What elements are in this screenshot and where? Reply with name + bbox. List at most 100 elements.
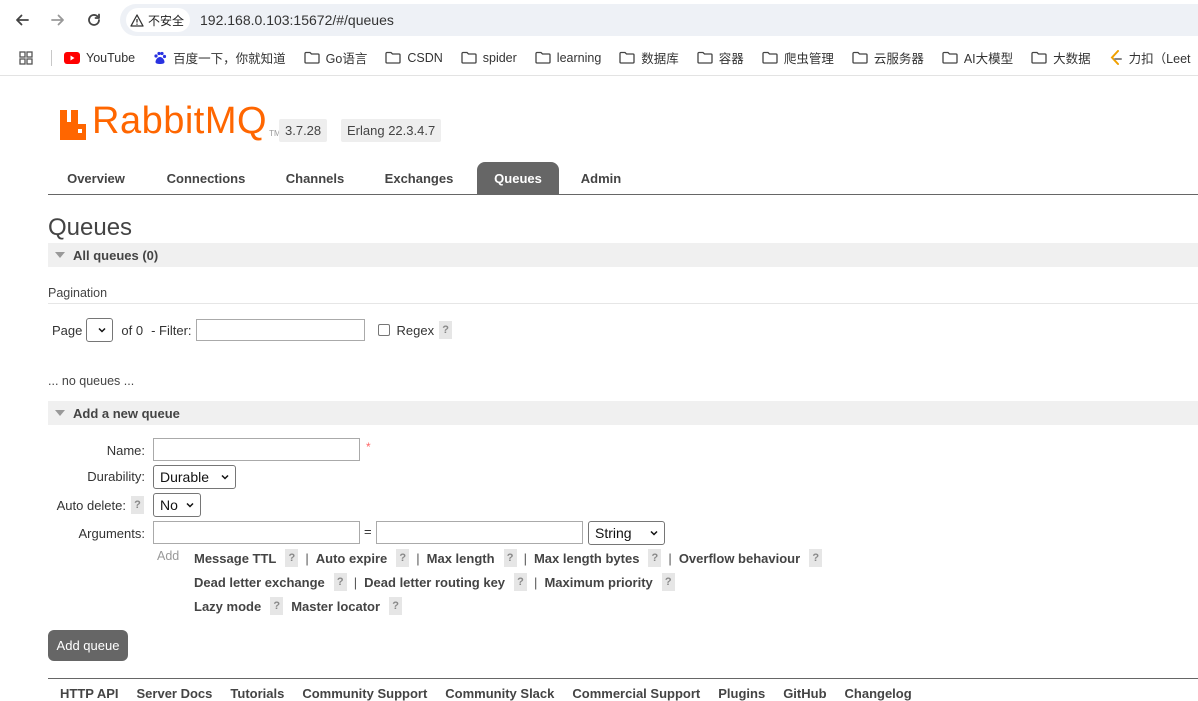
filter-label: - Filter: (151, 322, 192, 338)
bookmark-item[interactable]: 云服务器 (852, 48, 924, 67)
pagination-controls: Page of 0 - Filter: Regex ? (52, 318, 453, 342)
footer-link[interactable]: Community Support (302, 686, 427, 701)
warning-icon (130, 13, 144, 27)
page-title: Queues (48, 214, 133, 241)
argument-type-select[interactable]: String (588, 521, 665, 545)
separator: | (534, 574, 538, 590)
footer-link[interactable]: HTTP API (60, 686, 119, 701)
forward-button[interactable] (46, 8, 70, 32)
tab-overview[interactable]: Overview (48, 162, 144, 195)
bookmark-label: Go语言 (325, 52, 368, 66)
argument-help-icon[interactable]: ? (648, 549, 662, 567)
argument-shortcut-link[interactable]: Maximum priority (544, 575, 652, 590)
erlang-version-badge: Erlang 22.3.4.7 (341, 119, 442, 142)
browser-toolbar: 不安全 192.168.0.103:15672/#/queues (0, 0, 1198, 40)
auto-delete-help-icon[interactable]: ? (131, 496, 144, 514)
tab-queues[interactable]: Queues (477, 162, 559, 195)
folder-icon (535, 51, 551, 64)
argument-help-icon[interactable]: ? (661, 573, 675, 591)
folder-icon (303, 51, 320, 64)
tab-admin[interactable]: Admin (563, 162, 639, 195)
bookmark-item[interactable]: AI大模型 (942, 48, 1013, 67)
argument-shortcut-link[interactable]: Auto expire (316, 551, 388, 566)
footer-link[interactable]: Server Docs (137, 686, 213, 701)
bookmark-item[interactable]: 爬虫管理 (762, 48, 834, 67)
filter-input[interactable] (195, 319, 365, 341)
page-label: Page (52, 322, 83, 338)
bookmark-item[interactable]: 大数据 (1031, 48, 1091, 67)
bookmark-item[interactable]: 力扣（Leet (1109, 48, 1191, 67)
add-queue-button[interactable]: Add queue (48, 630, 128, 661)
back-button[interactable] (10, 8, 34, 32)
regex-checkbox[interactable] (377, 324, 390, 336)
argument-shortcut-link[interactable]: Max length bytes (534, 551, 639, 566)
argument-help-icon[interactable]: ? (333, 573, 347, 591)
required-mark: * (366, 440, 371, 454)
bookmark-label: 百度一下，你就知道 (173, 52, 286, 66)
argument-shortcut-link[interactable]: Dead letter routing key (364, 575, 505, 590)
argument-help-icon[interactable]: ? (270, 597, 284, 615)
argument-shortcut-link[interactable]: Master locator (291, 599, 380, 614)
address-bar[interactable]: 不安全 192.168.0.103:15672/#/queues (120, 4, 1198, 36)
tab-exchanges[interactable]: Exchanges (366, 162, 472, 195)
argument-help-icon[interactable]: ? (809, 549, 823, 567)
argument-shortcut-link[interactable]: Max length (427, 551, 495, 566)
footer-link[interactable]: GitHub (783, 686, 826, 701)
argument-help-icon[interactable]: ? (389, 597, 403, 615)
page-select[interactable] (86, 318, 114, 342)
bookmark-item[interactable]: learning (535, 51, 601, 65)
regex-help-icon[interactable]: ? (439, 321, 453, 339)
argument-shortcut-link[interactable]: Dead letter exchange (194, 575, 325, 590)
chevron-down-icon (186, 502, 194, 508)
separator: | (416, 550, 420, 566)
bookmark-item[interactable]: Go语言 (303, 48, 368, 67)
footer-link[interactable]: Tutorials (230, 686, 284, 701)
youtube-icon (64, 51, 80, 64)
empty-state-text: ... no queues ... (48, 374, 135, 388)
name-label: Name: (106, 443, 145, 458)
footer-link[interactable]: Changelog (845, 686, 912, 701)
argument-shortcut-link[interactable]: Message TTL (194, 551, 276, 566)
add-queue-section-toggle[interactable]: Add a new queue (48, 401, 1198, 425)
bookmark-item[interactable]: 容器 (697, 48, 744, 67)
durability-value: Durable (160, 469, 210, 485)
bookmark-label: 爬虫管理 (783, 52, 834, 66)
bookmark-label: 容器 (718, 52, 744, 66)
chevron-down-icon (650, 530, 658, 536)
footer-link[interactable]: Commercial Support (572, 686, 700, 701)
chevron-down-icon (221, 474, 229, 480)
bookmark-item[interactable]: spider (461, 51, 517, 65)
durability-select[interactable]: Durable (153, 465, 236, 489)
argument-shortcut-link[interactable]: Lazy mode (194, 599, 261, 614)
argument-help-icon[interactable]: ? (514, 573, 528, 591)
bookmark-item[interactable]: CSDN (385, 50, 443, 65)
footer-link[interactable]: Plugins (718, 686, 765, 701)
footer-link[interactable]: Community Slack (445, 686, 554, 701)
security-label: 不安全 (148, 13, 185, 28)
url-text[interactable]: 192.168.0.103:15672/#/queues (200, 12, 394, 28)
apps-button[interactable] (0, 48, 52, 68)
bookmark-item[interactable]: 百度一下，你就知道 (153, 48, 286, 67)
bookmark-label: CSDN (407, 50, 443, 65)
rabbitmq-logo[interactable]: RabbitMQ TM (58, 102, 281, 140)
security-indicator[interactable]: 不安全 (126, 8, 191, 32)
argument-help-icon[interactable]: ? (503, 549, 517, 567)
argument-help-icon[interactable]: ? (396, 549, 410, 567)
reload-button[interactable] (82, 8, 106, 32)
argument-key-input[interactable] (153, 521, 360, 544)
argument-help-icon[interactable]: ? (285, 549, 299, 567)
bookmark-item[interactable]: YouTube (64, 51, 135, 65)
argument-value-input[interactable] (376, 521, 583, 544)
auto-delete-select[interactable]: No (153, 493, 201, 517)
all-queues-section-toggle[interactable]: All queues (0) (48, 243, 1198, 267)
collapse-triangle-icon (55, 410, 65, 416)
tab-connections[interactable]: Connections (148, 162, 264, 195)
queue-name-input[interactable] (153, 438, 360, 461)
regex-label: Regex (396, 322, 435, 338)
tab-channels[interactable]: Channels (268, 162, 362, 195)
folder-icon (461, 51, 477, 64)
argument-shortcut-link[interactable]: Overflow behaviour (679, 551, 800, 566)
folder-icon (942, 51, 958, 64)
bookmark-label: 数据库 (641, 52, 679, 66)
bookmark-item[interactable]: 数据库 (619, 48, 679, 67)
